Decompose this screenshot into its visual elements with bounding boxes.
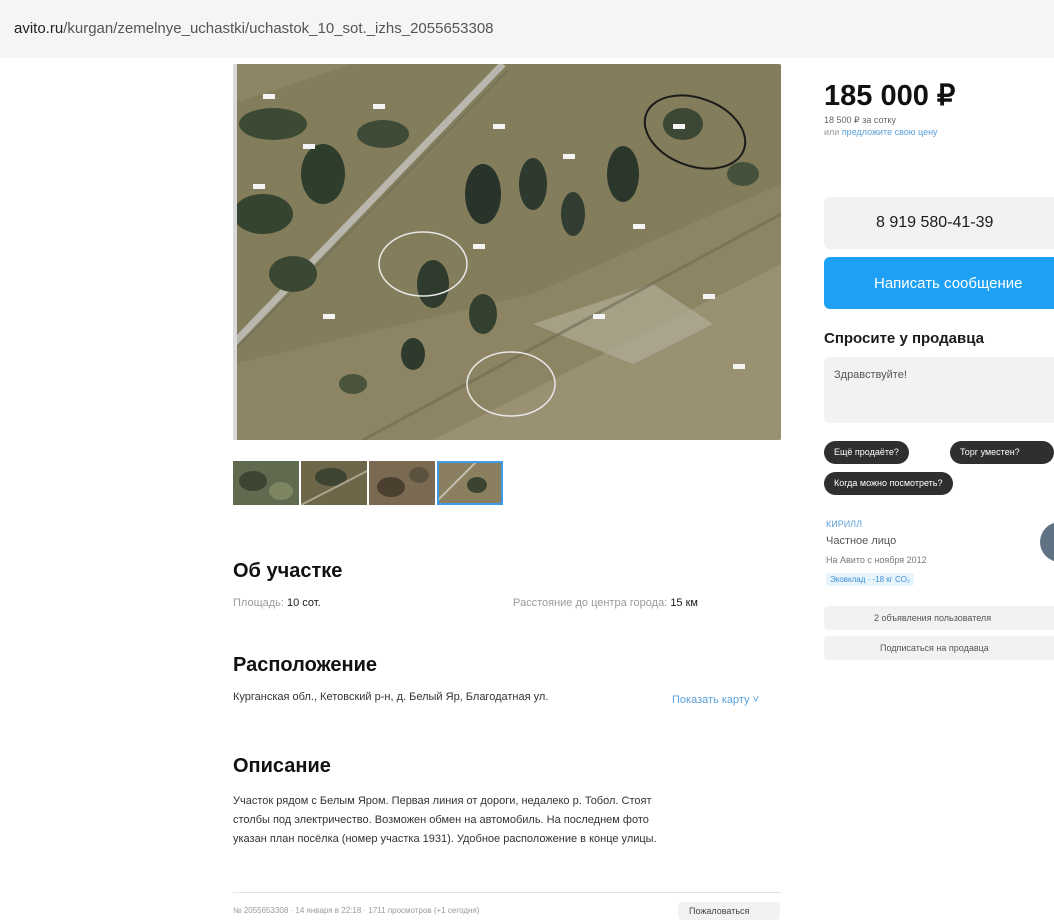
offer-price-link[interactable]: предложите свою цену	[842, 127, 938, 137]
description-title: Описание	[233, 755, 331, 777]
gallery-thumbnail[interactable]	[369, 461, 435, 505]
distance-value: 15 км	[670, 597, 698, 609]
gallery-thumbnail[interactable]	[233, 461, 299, 505]
gallery-thumbnail-selected[interactable]	[437, 461, 503, 505]
offer-price-row: или предложите свою цену	[824, 127, 938, 137]
url-text[interactable]: avito.ru/kurgan/zemelnye_uchastki/uchast…	[14, 20, 494, 37]
phone-number: 8 919 580-41-39	[876, 214, 994, 231]
send-message-label: Написать сообщение	[874, 275, 1023, 292]
price: 185 000 ₽	[824, 80, 956, 112]
seller-avatar[interactable]	[1040, 522, 1054, 562]
seller-type: Частное лицо	[826, 535, 897, 547]
distance-row: Расстояние до центра города: 15 км	[513, 597, 698, 609]
price-per-sotka: 18 500 ₽ за сотку	[824, 115, 896, 125]
distance-label: Расстояние до центра города:	[513, 597, 668, 609]
address-text: Курганская обл., Кетовский р-н, д. Белый…	[233, 691, 549, 703]
send-message-button[interactable]: Написать сообщение	[824, 257, 1054, 309]
listing-meta: № 2055653308 · 14 января в 22:18 · 1711 …	[233, 906, 480, 915]
gallery-thumbnail[interactable]	[301, 461, 367, 505]
ask-seller-input[interactable]: Здравствуйте!	[824, 357, 1054, 423]
description-line: Участок рядом с Белым Яром. Первая линия…	[233, 795, 652, 807]
ask-seller-title: Спросите у продавца	[824, 330, 984, 347]
show-phone-button[interactable]: 8 919 580-41-39	[824, 197, 1054, 249]
quick-question-chip[interactable]: Ещё продаёте?	[824, 441, 909, 464]
location-title: Расположение	[233, 654, 378, 676]
area-value: 10 сот.	[287, 597, 321, 609]
area-row: Площадь: 10 сот.	[233, 597, 321, 609]
about-title: Об участке	[233, 560, 343, 582]
quick-question-chip[interactable]: Торг уместен?	[950, 441, 1054, 464]
description-line: указан план посёлка (номер участка 1931)…	[233, 833, 657, 845]
description-text: Участок рядом с Белым Яром. Первая линия…	[233, 792, 657, 849]
seller-since: На Авито с ноября 2012	[826, 555, 927, 565]
quick-question-chip[interactable]: Когда можно посмотреть?	[824, 472, 953, 495]
satellite-image	[233, 64, 781, 440]
footer-divider	[233, 892, 781, 893]
description-line: столбы под электричество. Возможен обмен…	[233, 814, 649, 826]
ask-seller-placeholder: Здравствуйте!	[834, 369, 907, 381]
report-button[interactable]: Пожаловаться	[678, 902, 780, 920]
eco-badge: Эковклад · -18 кг CO₂	[826, 573, 915, 586]
show-map-link[interactable]: Показать карту ˅	[672, 694, 759, 706]
area-label: Площадь:	[233, 597, 284, 609]
browser-address-bar[interactable]: avito.ru/kurgan/zemelnye_uchastki/uchast…	[0, 0, 1054, 58]
seller-name-link[interactable]: КИРИЛЛ	[826, 519, 862, 529]
main-photo[interactable]	[233, 64, 781, 440]
subscribe-seller-button[interactable]: Подписаться на продавца	[824, 636, 1054, 660]
seller-listings-button[interactable]: 2 объявления пользователя	[824, 606, 1054, 630]
